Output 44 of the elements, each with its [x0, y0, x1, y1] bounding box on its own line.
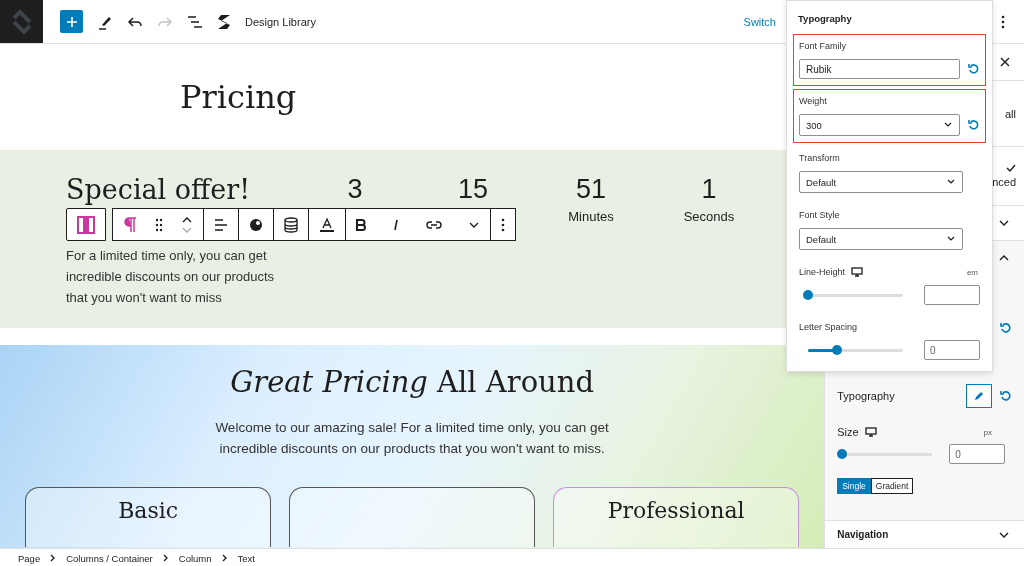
navigation-label: Navigation [837, 529, 889, 540]
breadcrumb-link[interactable]: Text [237, 552, 255, 564]
select-field[interactable]: 300 [799, 114, 961, 136]
countdown-number: 1 [701, 174, 717, 205]
sidebar-text: nced [992, 176, 1016, 188]
card-title: Professional [607, 498, 745, 525]
number-input[interactable]: 0 [924, 340, 980, 360]
pricing-text: Welcome to our amazing sale! For a limited time only, you can get incredible discounts on our products that you won't want to miss. [214, 419, 610, 458]
field-label: Transform [799, 153, 840, 163]
breadcrumb-link[interactable]: Column [178, 552, 212, 564]
field-label: Weight [799, 96, 827, 106]
font-family-input[interactable]: Rubik [799, 59, 961, 79]
field-label: Line-Height [799, 267, 846, 277]
offer-text: For a limited time only, you can get incredible discounts on our products that you won't want to miss [66, 247, 276, 307]
offer-heading: Special offer! [66, 174, 251, 205]
countdown-label: Minutes [568, 209, 614, 224]
breadcrumb-link[interactable]: Columns / Container [66, 552, 153, 564]
navigation-panel-header[interactable]: Navigation [825, 521, 1024, 548]
color-mode-button[interactable]: Single [837, 478, 871, 494]
unit-label: px [983, 427, 992, 437]
color-mode-button[interactable]: Gradient [870, 478, 914, 494]
unit-label: em [966, 267, 978, 277]
pricing-card[interactable]: Basic [25, 487, 272, 547]
countdown-number: 3 [347, 174, 363, 205]
countdown-number: 15 [457, 174, 488, 205]
field-label: Letter Spacing [799, 322, 858, 332]
field-label: Font Style [799, 210, 840, 220]
design-library-link[interactable]: Design Library [245, 15, 316, 28]
field-label: Font Family [799, 41, 846, 51]
popover-title: Typography [798, 13, 853, 24]
typography-label: Typography [837, 390, 895, 402]
select-field[interactable]: Default [799, 228, 963, 250]
card-title: Basic [118, 498, 179, 525]
breadcrumb-link[interactable]: Page [18, 552, 41, 564]
switch-link[interactable]: Switch [743, 15, 776, 28]
countdown-label: Seconds [683, 209, 735, 224]
size-label: Size [837, 426, 859, 438]
pricing-card[interactable]: Professional [553, 487, 800, 547]
select-field[interactable]: Default [799, 171, 963, 193]
sidebar-text: all [1005, 107, 1016, 120]
pricing-heading: Great Pricing All Around [230, 365, 595, 399]
size-input[interactable]: 0 [949, 444, 1006, 464]
page-title: Pricing [180, 78, 297, 116]
countdown-number: 51 [575, 174, 606, 205]
